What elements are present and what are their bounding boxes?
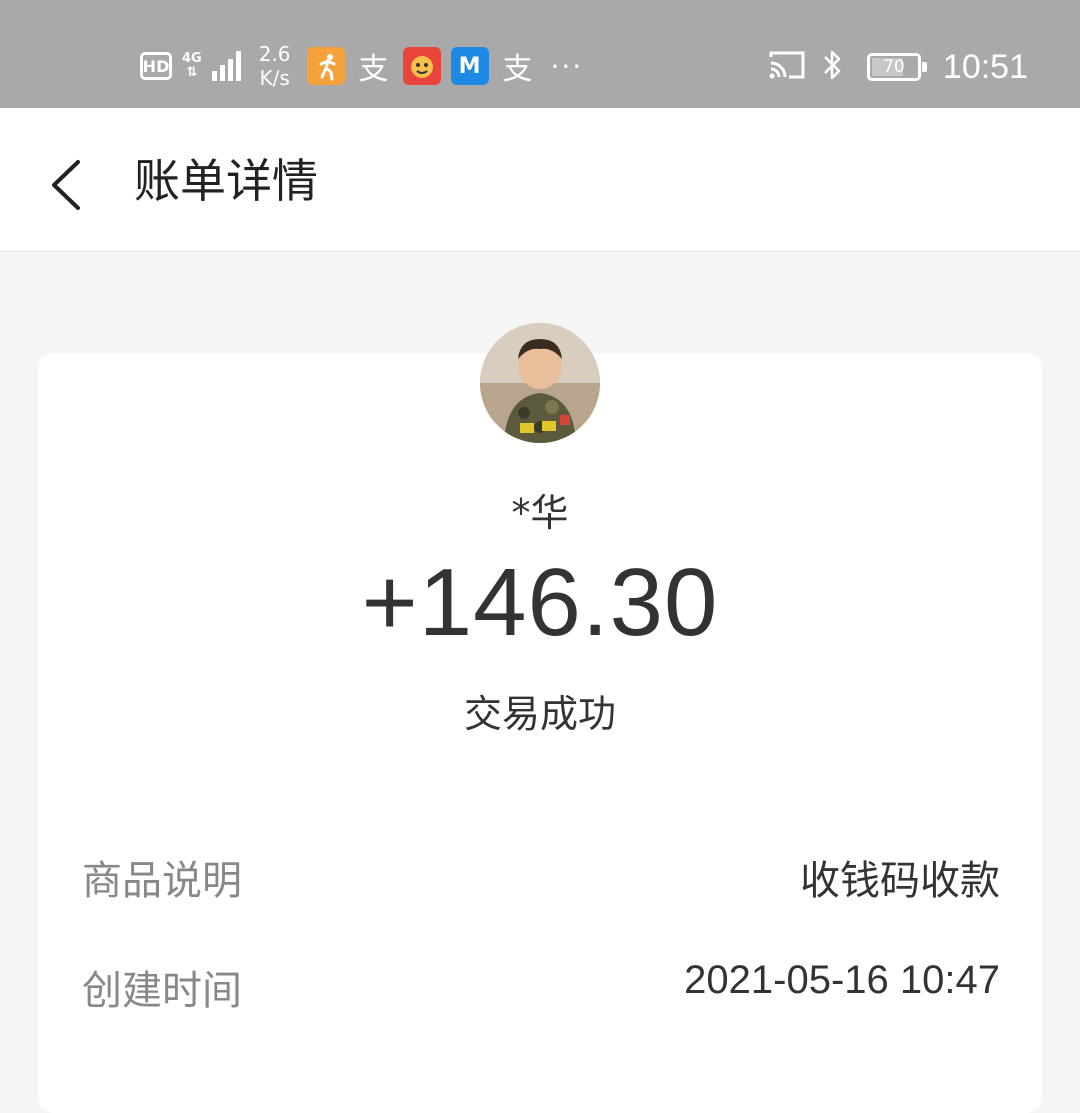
network-type-label: 4G — [182, 51, 202, 66]
nav-header: 账单详情 — [0, 108, 1080, 252]
transaction-amount: +146.30 — [361, 549, 719, 656]
network-speed-value: 2.6 — [258, 42, 291, 66]
avatar[interactable] — [480, 323, 600, 443]
alipay-icon: 支 — [358, 52, 389, 87]
network-speed-unit: K/s — [259, 66, 290, 90]
cast-icon — [767, 49, 807, 85]
status-bar-right: 70 10:51 — [767, 44, 1028, 90]
detail-row-description: 商品说明 收钱码收款 — [82, 848, 1000, 906]
signal-strength-icon — [211, 51, 241, 81]
back-button[interactable] — [40, 150, 100, 220]
detail-row-created-time: 创建时间 2021-05-16 10:47 — [82, 958, 1000, 1016]
hd-label: HD — [142, 56, 170, 76]
detail-label: 创建时间 — [82, 968, 242, 1014]
battery-icon: 70 — [866, 53, 927, 81]
data-arrows-icon: ⇅ — [186, 65, 198, 80]
meitu-app-icon: M — [450, 47, 489, 85]
network-speed: 2.6 K/s — [259, 42, 291, 90]
battery-level: 70 — [883, 57, 905, 77]
hd-icon: HD — [140, 52, 172, 80]
alipay-icon-2: 支 — [502, 52, 533, 87]
clock: 10:51 — [942, 47, 1028, 86]
status-bar-left: HD 4G ⇅ 2.6 K/s 支 M 支 ··· — [140, 40, 583, 92]
detail-label: 商品说明 — [82, 858, 242, 904]
page-title: 账单详情 — [134, 154, 318, 208]
running-app-icon — [306, 47, 345, 85]
network-type-icon: 4G ⇅ — [182, 52, 202, 80]
status-bar: HD 4G ⇅ 2.6 K/s 支 M 支 ··· 70 10:51 — [0, 0, 1080, 108]
chevron-left-icon — [52, 160, 80, 210]
detail-value: 收钱码收款 — [800, 859, 1000, 903]
game-app-icon — [402, 47, 441, 85]
meitu-app-label: M — [458, 53, 481, 79]
payer-name: *华 — [511, 491, 569, 535]
bluetooth-icon — [821, 47, 845, 87]
transaction-status: 交易成功 — [463, 692, 616, 736]
detail-value: 2021-05-16 10:47 — [684, 958, 1000, 1002]
avatar-photo — [480, 323, 600, 443]
more-notifications-icon: ··· — [550, 49, 584, 83]
